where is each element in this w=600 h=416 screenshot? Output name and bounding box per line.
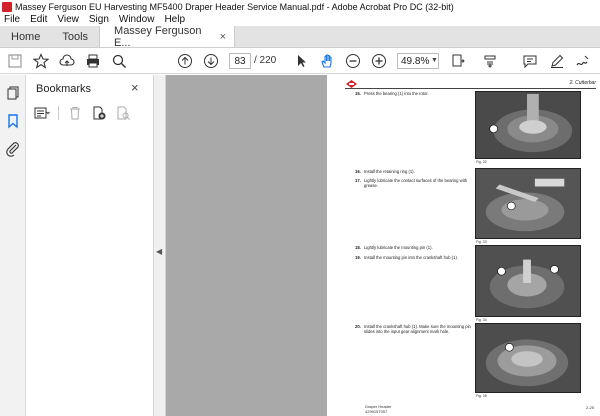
comment-icon[interactable] [521,52,539,70]
tab-document-label: Massey Ferguson E... [114,24,202,49]
pen-icon[interactable] [548,52,566,70]
section-header: 2. Cutterbar [569,80,596,86]
figure-caption: Fig. 34 [476,318,487,322]
step-text: Install the crankshaft hub (1). Make sur… [364,324,471,334]
massey-ferguson-logo-icon [346,80,357,88]
step-item: 17. Lightly lubricate the contact surface… [355,178,474,188]
save-icon[interactable] [6,52,24,70]
header-rule [345,88,596,89]
menu-window[interactable]: Window [119,14,155,25]
page-thumbnails-icon[interactable] [5,85,21,101]
tab-bar: Home Tools Massey Ferguson E... × [0,24,600,49]
menu-help[interactable]: Help [164,14,185,25]
prev-page-icon[interactable] [176,52,194,70]
star-icon[interactable] [32,52,50,70]
step-text: Press the bearing (1) into the rotor. [364,91,429,96]
figure-caption: Fig. 35 [476,394,487,398]
step-number: 18. [355,245,361,250]
page-footer-left: Draper Header 4299157057 [365,404,391,414]
step-item: 20. Install the crankshaft hub (1). Make … [355,324,474,334]
page-total: / 220 [254,55,277,66]
menu-view[interactable]: View [57,14,79,25]
tab-home[interactable]: Home [0,26,51,47]
select-cursor-icon[interactable] [292,52,310,70]
step-number: 15. [355,91,361,96]
figure-photo-mounting-pin [475,245,581,317]
menu-bar: File Edit View Sign Window Help [0,13,600,26]
bookmarks-panel: Bookmarks × [26,75,154,416]
step-item: 16. Install the retaining ring (1). [355,169,474,174]
next-page-icon[interactable] [202,52,220,70]
add-bookmark-icon[interactable] [91,105,107,121]
zoom-out-icon[interactable] [344,52,362,70]
menu-edit[interactable]: Edit [30,14,47,25]
step-number: 16. [355,169,361,174]
bookmarks-title: Bookmarks [36,83,92,95]
figure-photo-bearing [475,91,581,159]
step-text: Lightly lubricate the contact surfaces o… [364,178,468,188]
left-navigation-rail [0,75,26,416]
hand-tool-icon[interactable] [318,52,336,70]
tab-document[interactable]: Massey Ferguson E... × [99,24,236,49]
attachment-icon[interactable] [5,141,21,157]
upload-cloud-icon[interactable] [58,52,76,70]
step-text: Install the mounting pin into the cranks… [364,255,459,260]
figure-photo-crankshaft-hub [475,323,581,393]
sign-icon[interactable] [574,52,592,70]
toolbar-divider [58,106,59,120]
page-footer-number: 2-25 [585,405,594,410]
tab-close-icon[interactable]: × [220,31,226,43]
window-title: Massey Ferguson EU Harvesting MF5400 Dra… [15,1,454,12]
document-viewport[interactable]: 2. Cutterbar 15. Press the bearing (1) in… [166,75,600,416]
page-fit-icon[interactable] [449,52,467,70]
step-number: 19. [355,255,361,260]
figure-caption: Fig. 32 [476,160,487,164]
step-item: 18. Lightly lubricate the mounting pin (1… [355,245,474,250]
trash-icon[interactable] [67,105,83,121]
pdf-page: 2. Cutterbar 15. Press the bearing (1) in… [327,75,600,416]
bookmark-options-icon[interactable] [34,105,50,121]
zoom-dropdown-icon[interactable]: ▼ [431,57,438,64]
bookmarks-toolbar [34,103,139,123]
collapse-arrow-icon: ◀ [156,247,163,256]
tab-tools[interactable]: Tools [51,26,99,47]
page-number-input[interactable]: 83 [229,53,251,69]
title-bar: Massey Ferguson EU Harvesting MF5400 Dra… [0,0,600,13]
menu-sign[interactable]: Sign [89,14,109,25]
panel-collapse-handle[interactable]: ◀ [154,75,166,416]
bookmark-properties-icon[interactable] [115,105,131,121]
step-text: Lightly lubricate the mounting pin (1). [364,245,433,250]
step-item: 19. Install the mounting pin into the cra… [355,255,474,260]
close-icon[interactable]: × [131,80,139,95]
search-zoom-icon[interactable] [110,52,128,70]
step-number: 20. [355,324,361,329]
footer-code: 4299157057 [365,408,388,414]
figure-photo-retaining-ring [475,168,581,239]
scroll-mode-icon[interactable] [481,52,499,70]
step-text: Install the retaining ring (1). [364,169,415,174]
acrobat-app-icon [2,1,12,12]
figure-caption: Fig. 33 [476,240,487,244]
menu-file[interactable]: File [4,14,20,25]
step-item: 15. Press the bearing (1) into the rotor. [355,91,474,96]
zoom-in-icon[interactable] [370,52,388,70]
bookmark-icon[interactable] [5,113,21,129]
print-icon[interactable] [84,52,102,70]
step-number: 17. [355,178,361,183]
